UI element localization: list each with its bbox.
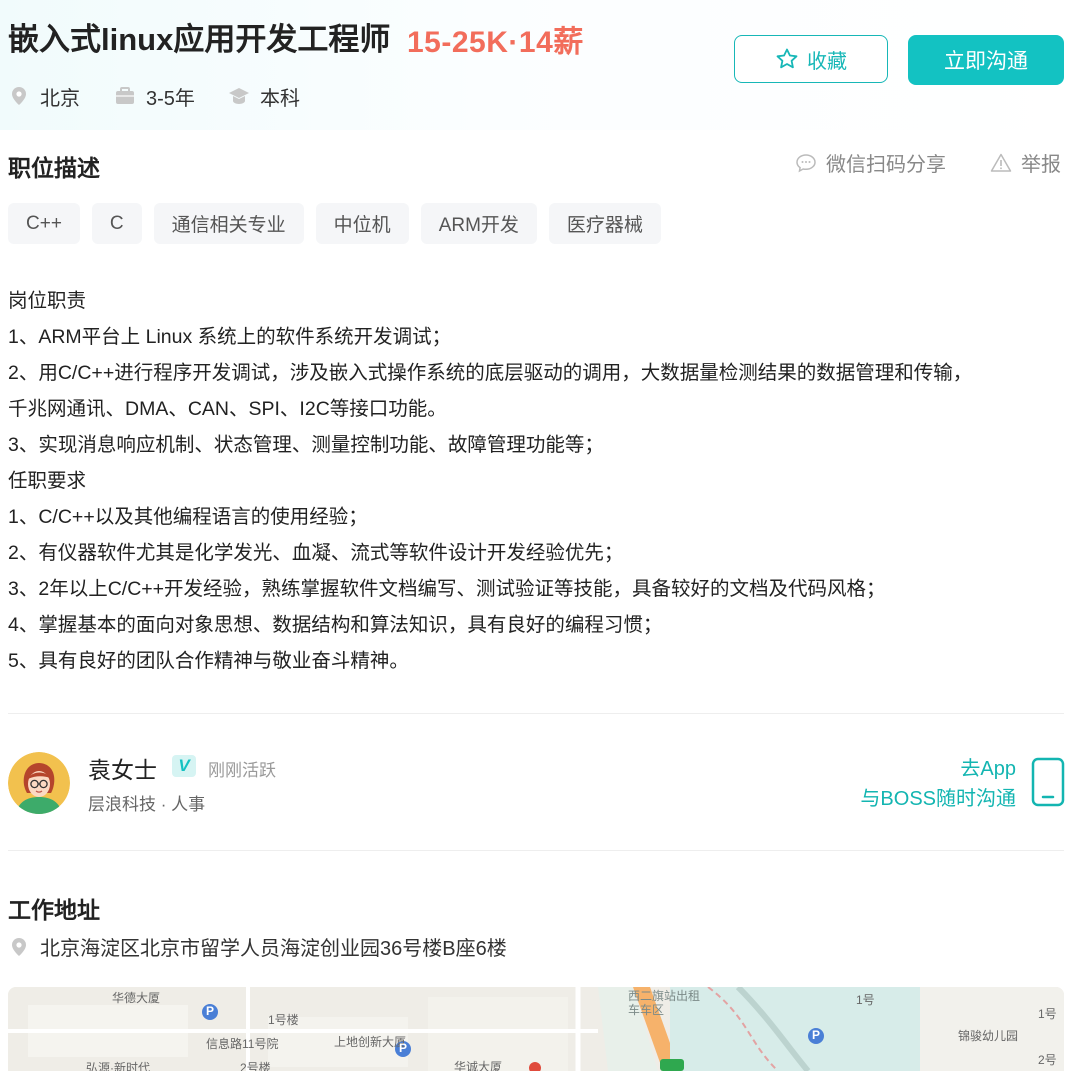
map-label: 弘源·新时代 — [86, 1061, 150, 1071]
parking-icon: P — [206, 1004, 215, 1018]
description-line: 任职要求 — [8, 470, 87, 492]
warning-icon — [990, 153, 1012, 172]
skill-tags: C++ C 通信相关专业 中位机 ARM开发 医疗器械 — [8, 203, 661, 244]
map-label: 华诚大厦 — [454, 1060, 503, 1071]
report-label: 举报 — [1021, 154, 1061, 176]
skill-tag: 通信相关专业 — [153, 203, 304, 244]
briefcase-icon — [114, 85, 136, 107]
chat-now-button[interactable]: 立即沟通 — [908, 35, 1064, 85]
education: 本科 — [260, 87, 300, 110]
map-label: 西二旗站出租车车区 — [628, 989, 701, 1017]
map-label: 1号 — [856, 993, 875, 1007]
skill-tag: C — [91, 203, 142, 244]
boss-company-role: 层浪科技 · 人事 — [88, 795, 206, 814]
description-line: 千兆网通讯、DMA、CAN、SPI、I2C等接口功能。 — [8, 398, 447, 420]
avatar[interactable] — [8, 752, 70, 814]
map-label: 华德大厦 — [112, 991, 161, 1005]
collect-label: 收藏 — [807, 50, 847, 73]
work-address: 北京海淀区北京市留学人员海淀创业园36号楼B座6楼 — [8, 932, 507, 961]
active-status: 刚刚活跃 — [208, 761, 276, 780]
report-link[interactable]: 举报 — [990, 148, 1061, 177]
map-label: 1号楼 — [268, 1013, 299, 1027]
description-line: 3、实现消息响应机制、状态管理、测量控制功能、故障管理功能等； — [8, 434, 604, 456]
phone-icon[interactable] — [1031, 757, 1065, 807]
description-line: 1、C/C++以及其他编程语言的使用经验； — [8, 506, 368, 528]
divider — [8, 713, 1064, 714]
location-map[interactable]: 华德大厦 1号楼 信息路11号院 上地创新大厦 华诚大厦 弘源·新时代 2号楼 … — [8, 987, 1064, 1071]
description-line: 1、ARM平台上 Linux 系统上的软件系统开发调试； — [8, 326, 452, 348]
map-label: 1号 — [1038, 1007, 1057, 1021]
job-description-text: 岗位职责 1、ARM平台上 Linux 系统上的软件系统开发调试； 2、用C/C… — [8, 283, 1058, 679]
verified-badge: V — [172, 755, 196, 777]
location-pin-icon — [8, 85, 30, 107]
address-text: 北京海淀区北京市留学人员海淀创业园36号楼B座6楼 — [40, 938, 507, 960]
city: 北京 — [40, 87, 80, 110]
app-link-line2: 与BOSS随时沟通 — [860, 788, 1016, 810]
skill-tag: 中位机 — [315, 203, 409, 244]
divider — [8, 850, 1064, 851]
map-label: 上地创新大厦 — [334, 1035, 407, 1049]
map-label: 2号楼 — [240, 1061, 271, 1071]
map-label: 信息路11号院 — [206, 1037, 279, 1051]
app-link-line1: 去App — [960, 758, 1016, 780]
location-meta: 北京 — [8, 82, 80, 110]
chat-bubble-icon — [796, 153, 816, 172]
description-line: 2、有仪器软件尤其是化学发光、血凝、流式等软件设计开发经验优先； — [8, 542, 624, 564]
skill-tag: 医疗器械 — [548, 203, 661, 244]
description-line: 岗位职责 — [8, 290, 87, 312]
description-line: 2、用C/C++进行程序开发调试，涉及嵌入式操作系统的底层驱动的调用，大数据量检… — [8, 362, 973, 384]
skill-tag: C++ — [8, 203, 80, 244]
collect-button[interactable]: 收藏 — [734, 35, 888, 83]
graduation-cap-icon — [228, 85, 250, 107]
experience-meta: 3-5年 — [114, 82, 195, 110]
parking-icon: P — [812, 1028, 821, 1042]
experience: 3-5年 — [146, 87, 195, 110]
location-pin-icon — [12, 937, 26, 956]
work-address-title: 工作地址 — [8, 897, 100, 923]
skill-tag: ARM开发 — [420, 203, 537, 244]
education-meta: 本科 — [228, 82, 300, 110]
description-line: 4、掌握基本的面向对象思想、数据结构和算法知识，具有良好的编程习惯； — [8, 614, 663, 636]
description-line: 3、2年以上C/C++开发经验，熟练掌握软件文档编写、测试验证等技能，具备较好的… — [8, 578, 886, 600]
boss-name: 袁女士 — [88, 757, 157, 783]
description-line: 5、具有良好的团队合作精神与敬业奋斗精神。 — [8, 650, 409, 672]
parking-icon: P — [399, 1041, 408, 1055]
job-title: 嵌入式linux应用开发工程师 — [8, 22, 391, 57]
salary: 15-25K·14薪 — [407, 26, 584, 59]
open-app-link[interactable]: 去App 与BOSS随时沟通 — [830, 754, 1016, 814]
job-description-title: 职位描述 — [8, 155, 100, 181]
map-label: 锦骏幼儿园 — [958, 1029, 1019, 1043]
map-label: 2号 — [1038, 1053, 1057, 1067]
share-label: 微信扫码分享 — [826, 154, 946, 176]
map-canvas — [8, 987, 1064, 1071]
wechat-share-link[interactable]: 微信扫码分享 — [795, 148, 946, 177]
star-icon — [776, 48, 798, 69]
